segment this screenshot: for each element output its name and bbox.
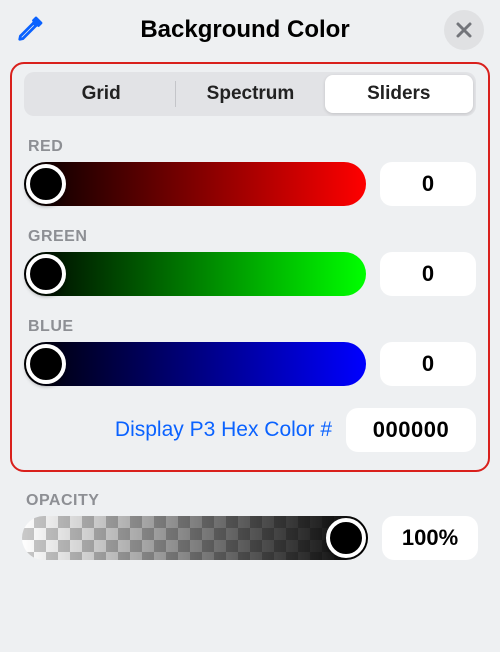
tab-label: Spectrum [207,83,295,105]
opacity-slider-row: 100% [22,516,478,560]
opacity-section: OPACITY 100% [0,472,500,560]
opacity-value-field[interactable]: 100% [382,516,478,560]
opacity-label: OPACITY [26,492,478,510]
tab-grid[interactable]: Grid [27,75,175,113]
red-label: RED [28,138,476,156]
red-value-field[interactable]: 0 [380,162,476,206]
opacity-slider[interactable] [22,516,368,560]
hex-color-space-button[interactable]: Display P3 Hex Color # [115,418,332,442]
tab-spectrum[interactable]: Spectrum [176,75,324,113]
blue-slider-row: 0 [24,342,476,386]
eyedropper-icon[interactable] [16,13,46,48]
green-label: GREEN [28,228,476,246]
page-title: Background Color [140,16,349,44]
color-picker-panel: Background Color Grid Spectrum Sliders R… [0,0,500,652]
opacity-slider-thumb[interactable] [326,518,366,558]
header: Background Color [0,0,500,58]
blue-value-field[interactable]: 0 [380,342,476,386]
green-slider-thumb[interactable] [26,254,66,294]
red-slider[interactable] [24,162,366,206]
green-slider[interactable] [24,252,366,296]
hex-row: Display P3 Hex Color # 000000 [24,408,476,452]
close-button[interactable] [444,10,484,50]
tab-label: Grid [82,83,121,105]
mode-segmented-control[interactable]: Grid Spectrum Sliders [24,72,476,116]
sliders-section-highlight: Grid Spectrum Sliders RED 0 GREEN 0 BLUE [10,62,490,472]
tab-sliders[interactable]: Sliders [325,75,473,113]
green-value-field[interactable]: 0 [380,252,476,296]
red-slider-thumb[interactable] [26,164,66,204]
green-slider-row: 0 [24,252,476,296]
blue-slider[interactable] [24,342,366,386]
hex-value-field[interactable]: 000000 [346,408,476,452]
blue-label: BLUE [28,318,476,336]
blue-slider-thumb[interactable] [26,344,66,384]
close-icon [454,20,474,40]
tab-label: Sliders [367,83,430,105]
red-slider-row: 0 [24,162,476,206]
